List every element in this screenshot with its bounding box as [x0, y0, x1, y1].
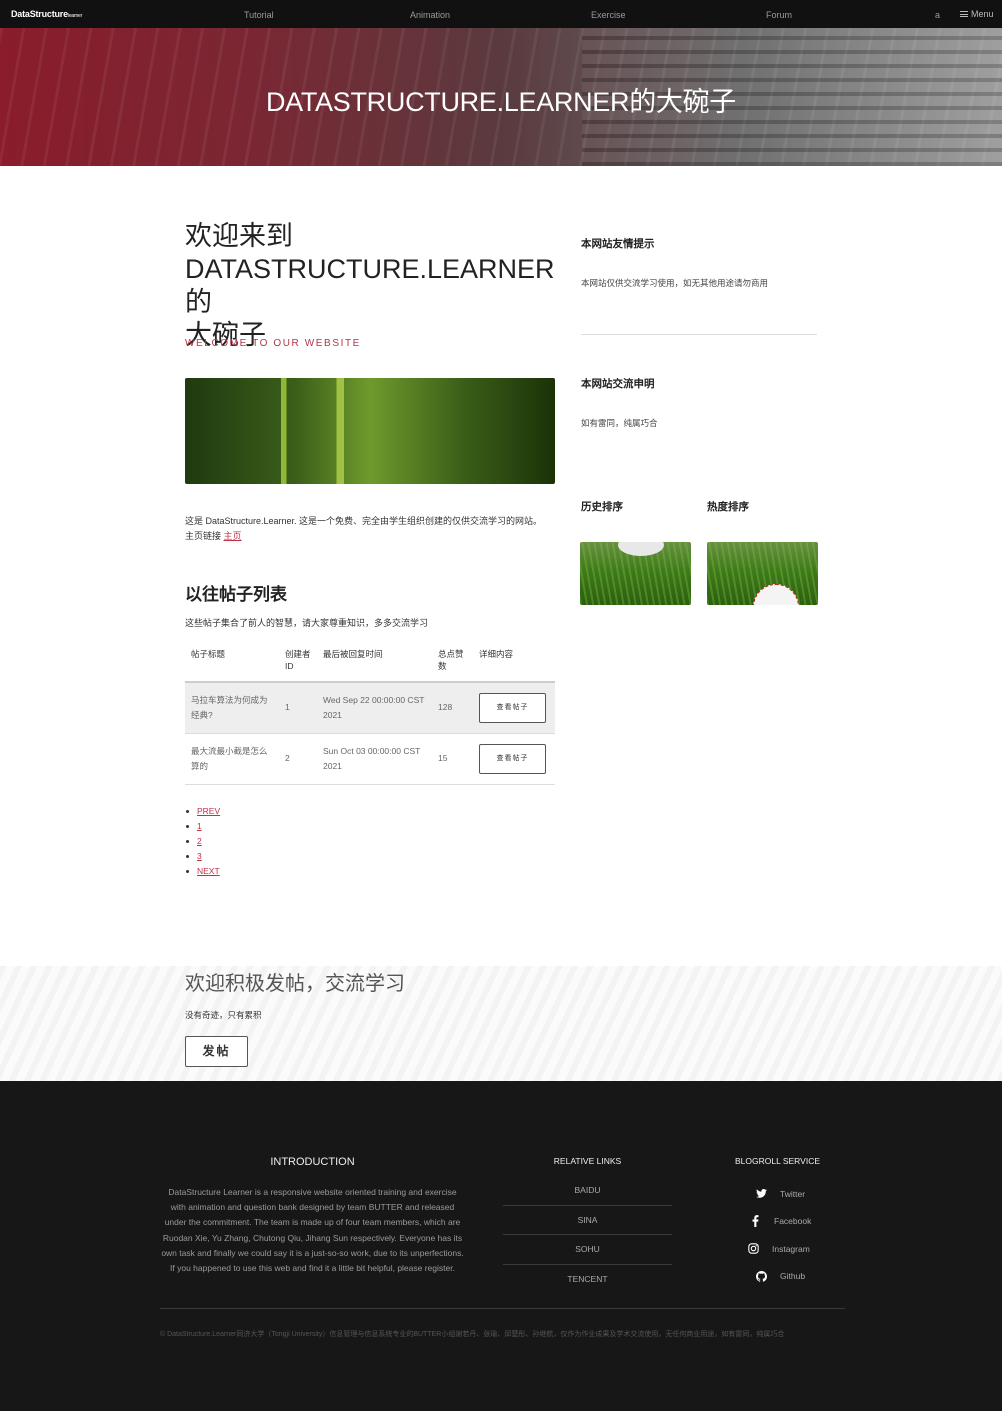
footer-intro-title: INTRODUCTION: [270, 1156, 355, 1168]
intro-paragraph: 这是 DataStructure.Learner. 这是一个免费、完全由学生组织…: [185, 514, 565, 544]
footer-divider: [160, 1308, 845, 1309]
pager-prev-link[interactable]: PREV: [197, 806, 220, 816]
instagram-icon: [746, 1242, 760, 1256]
side-divider: [581, 334, 817, 335]
hamburger-icon: [960, 11, 968, 17]
post-list-title: 以往帖子列表: [185, 585, 287, 604]
social-twitter-label: Twitter: [780, 1188, 806, 1199]
intro-link-prefix: 主页链接: [185, 531, 222, 541]
footer: [0, 1081, 1002, 1411]
footer-links-list: BAIDU SINA SOHU TENCENT: [503, 1176, 672, 1294]
new-post-button[interactable]: 发帖: [185, 1036, 248, 1067]
nav-forum-link[interactable]: Forum: [766, 10, 792, 20]
footer-copyright: © DataStructure.Learner同济大学（Tongji Unive…: [160, 1331, 785, 1338]
pager-item: 1: [185, 819, 220, 834]
table-row: 最大流最小截是怎么算的 2 Sun Oct 03 00:00:00 CST 20…: [185, 733, 555, 785]
post-action-cell: 查看帖子: [473, 733, 555, 785]
social-github-link[interactable]: Github: [740, 1263, 830, 1291]
post-table: 帖子标题 创建者ID 最后被回复时间 总点赞数 详细内容 马拉车算法为何成为经典…: [185, 642, 555, 785]
footer-link-sina[interactable]: SINA: [503, 1206, 672, 1235]
header-last-reply: 最后被回复时间: [317, 642, 432, 683]
footer-link-baidu[interactable]: BAIDU: [503, 1176, 672, 1206]
notice-title: 本网站交流申明: [581, 378, 655, 390]
footer-links-title: RELATIVE LINKS: [553, 1156, 622, 1166]
tip-text: 本网站仅供交流学习使用，如无其他用途请勿商用: [581, 278, 769, 288]
history-sort-thumbnail[interactable]: [580, 542, 691, 605]
table-row: 马拉车算法为何成为经典? 1 Wed Sep 22 00:00:00 CST 2…: [185, 682, 555, 734]
hot-sort-title[interactable]: 热度排序: [707, 499, 749, 514]
view-post-button[interactable]: 查看帖子: [479, 743, 546, 774]
header-likes: 总点赞数: [432, 642, 473, 683]
nav-exercise-link[interactable]: Exercise: [591, 10, 626, 20]
nav-user-link[interactable]: a: [935, 10, 940, 20]
post-creator: 1: [279, 682, 317, 734]
pager-item: PREV: [185, 804, 220, 819]
tip-title: 本网站友情提示: [581, 238, 655, 250]
brand-name: DataStructure: [11, 9, 68, 19]
hero-title: DATASTRUCTURE.LEARNER的大碗子: [265, 87, 737, 117]
pager-page-1-link[interactable]: 1: [197, 821, 202, 831]
pager-next-link[interactable]: NEXT: [197, 866, 220, 876]
brand-suffix: learner: [67, 13, 83, 19]
cta-subtitle: 没有奇迹，只有累积: [185, 1010, 262, 1020]
top-nav: DataStructurelearner Tutorial Animation …: [0, 0, 1002, 28]
welcome-title: 欢迎来到 DATASTRUCTURE.LEARNER的 大碗子: [185, 220, 565, 352]
menu-label: Menu: [971, 9, 994, 19]
brand-logo[interactable]: DataStructurelearner: [11, 9, 82, 19]
social-facebook-link[interactable]: Facebook: [740, 1208, 830, 1236]
homepage-link[interactable]: 主页: [224, 531, 242, 541]
hot-sort-thumbnail[interactable]: [707, 542, 818, 605]
post-creator: 2: [279, 733, 317, 785]
cta-title: 欢迎积极发帖，交流学习: [185, 973, 405, 995]
social-github-label: Github: [780, 1271, 806, 1282]
welcome-subtitle: WELCOME TO OUR WEBSITE: [185, 338, 361, 349]
nav-tutorial-link[interactable]: Tutorial: [244, 10, 274, 20]
view-post-button[interactable]: 查看帖子: [479, 692, 546, 723]
post-title: 最大流最小截是怎么算的: [185, 733, 279, 785]
footer-link-tencent[interactable]: TENCENT: [503, 1265, 672, 1295]
nav-animation-link[interactable]: Animation: [410, 10, 450, 20]
social-instagram-link[interactable]: Instagram: [740, 1235, 830, 1263]
post-last-reply: Wed Sep 22 00:00:00 CST 2021: [317, 682, 432, 734]
menu-button[interactable]: Menu: [960, 9, 994, 19]
post-title: 马拉车算法为何成为经典?: [185, 682, 279, 734]
footer-link-sohu[interactable]: SOHU: [503, 1235, 672, 1265]
footer-intro-text: DataStructure Learner is a responsive we…: [161, 1187, 464, 1274]
header-title: 帖子标题: [185, 642, 279, 683]
github-icon: [754, 1269, 768, 1283]
table-header-row: 帖子标题 创建者ID 最后被回复时间 总点赞数 详细内容: [185, 642, 555, 683]
pager-item: NEXT: [185, 864, 220, 879]
intro-text: 这是 DataStructure.Learner. 这是一个免费、完全由学生组织…: [185, 516, 543, 526]
pagination: PREV 1 2 3 NEXT: [185, 804, 220, 879]
facebook-icon: [748, 1214, 762, 1228]
notice-text: 如有雷同，纯属巧合: [581, 418, 658, 428]
post-last-reply: Sun Oct 03 00:00:00 CST 2021: [317, 733, 432, 785]
social-facebook-label: Facebook: [774, 1216, 812, 1227]
footer-social-list: Twitter Facebook Instagram Github: [740, 1180, 830, 1290]
welcome-line-1: 欢迎来到: [185, 221, 293, 251]
footer-social-title: BLOGROLL SERVICE: [734, 1156, 821, 1166]
hero-banner: DATASTRUCTURE.LEARNER的大碗子: [0, 28, 1002, 166]
pager-page-2-link[interactable]: 2: [197, 836, 202, 846]
social-twitter-link[interactable]: Twitter: [740, 1180, 830, 1208]
post-list-description: 这些帖子集合了前人的智慧，请大家尊重知识，多多交流学习: [185, 618, 429, 628]
social-instagram-label: Instagram: [772, 1243, 810, 1254]
post-likes: 15: [432, 733, 473, 785]
post-action-cell: 查看帖子: [473, 682, 555, 734]
cta-section: [0, 966, 1002, 1082]
pager-page-3-link[interactable]: 3: [197, 851, 202, 861]
pager-item: 3: [185, 849, 220, 864]
header-creator: 创建者ID: [279, 642, 317, 683]
history-sort-title[interactable]: 历史排序: [581, 499, 623, 514]
pager-item: 2: [185, 834, 220, 849]
twitter-icon: [754, 1187, 768, 1201]
header-details: 详细内容: [473, 642, 555, 683]
welcome-line-2: DATASTRUCTURE.LEARNER的: [185, 254, 555, 317]
post-likes: 128: [432, 682, 473, 734]
grass-banner-image: [185, 378, 555, 484]
